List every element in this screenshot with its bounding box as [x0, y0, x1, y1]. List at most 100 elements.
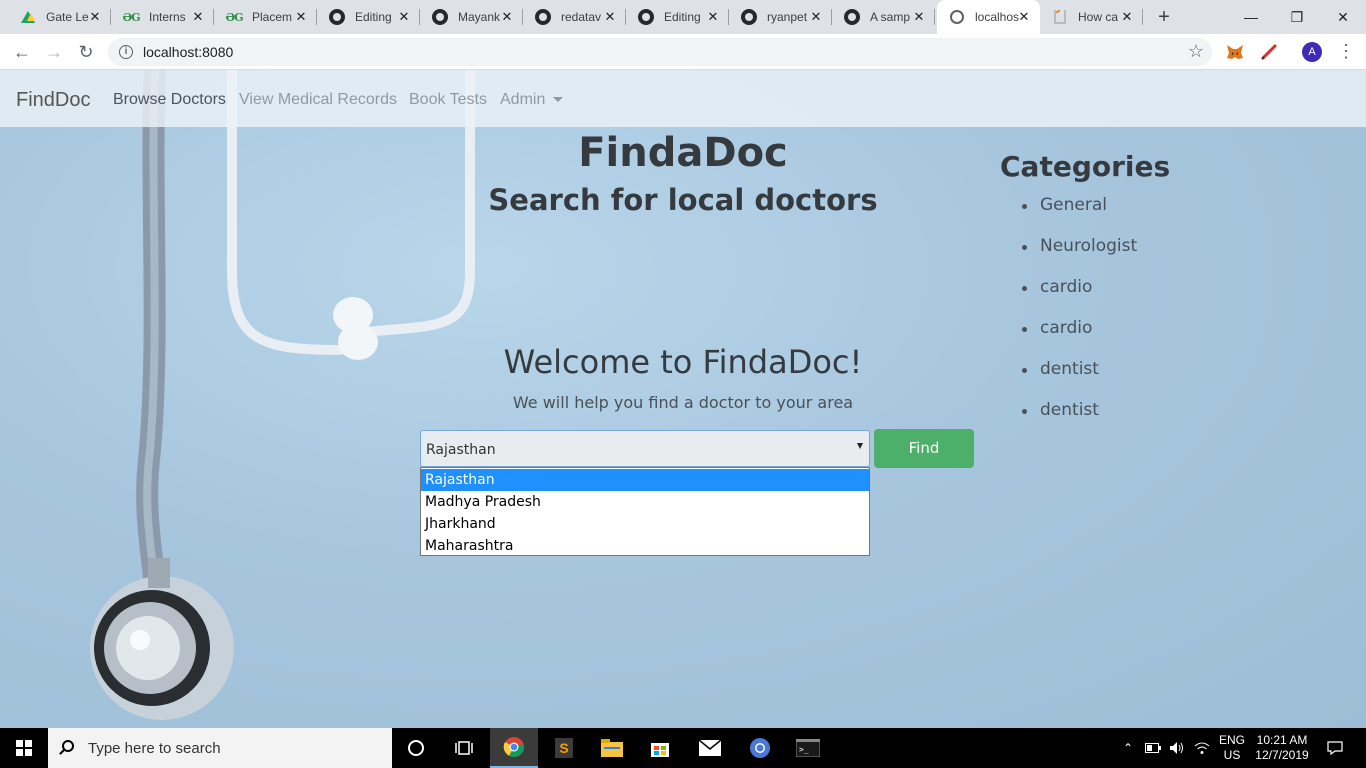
close-icon[interactable]: ✕ [87, 9, 103, 25]
taskbar-search-placeholder: Type here to search [88, 740, 221, 757]
state-option[interactable]: Maharashtra [421, 535, 869, 557]
info-icon[interactable]: i [119, 45, 133, 59]
close-icon[interactable]: ✕ [190, 9, 206, 25]
nav-admin-dropdown[interactable]: Admin [500, 91, 564, 109]
brand-logo[interactable]: FindDoc [16, 89, 90, 112]
stackoverflow-icon [1052, 9, 1068, 25]
language-indicator[interactable]: ENG US [1216, 728, 1248, 768]
find-button[interactable]: Find [874, 429, 974, 468]
address-bar[interactable]: i localhost:8080 ☆ [108, 38, 1212, 66]
tab-title: redatav [561, 10, 602, 24]
browser-tab[interactable]: A samp ✕ [832, 0, 935, 34]
url-text: localhost:8080 [143, 44, 234, 60]
nav-book-tests[interactable]: Book Tests [409, 91, 487, 109]
geeksforgeeks-icon: ƏG [225, 10, 244, 24]
forward-arrow-icon[interactable]: → [42, 40, 66, 64]
nav-admin-label: Admin [500, 91, 546, 108]
notification-icon[interactable] [1318, 728, 1352, 768]
tab-title: Mayank [458, 10, 501, 24]
browser-tab-active[interactable]: localhos ✕ [937, 0, 1040, 34]
globe-icon [949, 9, 965, 25]
close-icon[interactable]: ✕ [499, 9, 515, 25]
close-icon[interactable]: ✕ [602, 9, 618, 25]
browser-tab[interactable]: Editing ✕ [317, 0, 420, 34]
github-icon [329, 9, 345, 25]
volume-icon[interactable] [1166, 728, 1188, 768]
close-icon[interactable]: ✕ [911, 9, 927, 25]
chrome-taskbar-icon[interactable] [490, 728, 538, 768]
search-icon [62, 740, 74, 752]
restore-icon[interactable]: ❐ [1274, 0, 1320, 34]
page-content: FindDoc Browse Doctors View Medical Reco… [0, 70, 1366, 728]
tab-title: Editing [355, 10, 392, 24]
browser-tab[interactable]: ƏG Placem ✕ [214, 0, 317, 34]
lang-bottom: US [1223, 748, 1241, 762]
nav-browse-doctors[interactable]: Browse Doctors [113, 91, 226, 109]
browser-tab[interactable]: redatav ✕ [523, 0, 626, 34]
tab-title: A samp [870, 10, 911, 24]
metamask-fox-icon[interactable] [1226, 43, 1244, 61]
browser-tab[interactable]: Gate Le ✕ [8, 0, 111, 34]
minimize-icon[interactable]: ― [1228, 0, 1274, 34]
browser-tab[interactable]: How ca ✕ [1040, 0, 1143, 34]
state-option[interactable]: Jharkhand [421, 513, 869, 535]
github-icon [741, 9, 757, 25]
close-icon[interactable]: ✕ [293, 9, 309, 25]
browser-toolbar: ← → ↻ i localhost:8080 ☆ [0, 34, 1366, 70]
taskbar-search-input[interactable]: Type here to search [48, 728, 392, 768]
browser-tab[interactable]: ƏG Interns ✕ [111, 0, 214, 34]
mail-icon[interactable] [686, 728, 734, 768]
new-tab-plus-icon[interactable]: + [1153, 6, 1175, 28]
task-view-icon[interactable] [440, 728, 488, 768]
bookmark-star-icon[interactable]: ☆ [1188, 41, 1204, 62]
browser-tab[interactable]: ryanpet ✕ [729, 0, 832, 34]
browser-tab-strip: Gate Le ✕ ƏG Interns ✕ ƏG Placem ✕ Editi… [0, 0, 1366, 34]
reload-icon[interactable]: ↻ [74, 40, 98, 64]
wifi-icon[interactable] [1190, 728, 1214, 768]
tab-title: Gate Le [46, 10, 89, 24]
cortana-icon[interactable] [392, 728, 440, 768]
state-option[interactable]: Madhya Pradesh [421, 491, 869, 513]
window-close-icon[interactable]: ✕ [1320, 0, 1366, 34]
chrome-menu-icon[interactable]: ⋮ [1337, 40, 1355, 64]
browser-tab[interactable]: Editing ✕ [626, 0, 729, 34]
tab-title: Editing [664, 10, 701, 24]
github-icon [844, 9, 860, 25]
category-item[interactable]: Neurologist [1021, 236, 1137, 277]
state-select-value: Rajasthan [426, 442, 496, 458]
tab-title: How ca [1078, 10, 1119, 24]
clock[interactable]: 10:21 AM 12/7/2019 [1250, 728, 1314, 768]
close-icon[interactable]: ✕ [1016, 9, 1032, 25]
close-icon[interactable]: ✕ [808, 9, 824, 25]
command-prompt-icon[interactable]: >_ [784, 728, 832, 768]
lang-top: ENG [1218, 733, 1245, 747]
tab-title: localhos [975, 10, 1019, 24]
geeksforgeeks-icon: ƏG [122, 10, 141, 24]
sublime-text-icon[interactable]: S [540, 728, 588, 768]
close-icon[interactable]: ✕ [1119, 9, 1135, 25]
microsoft-store-icon[interactable] [636, 728, 684, 768]
category-item[interactable]: cardio [1021, 277, 1137, 318]
categories-heading: Categories [1000, 150, 1171, 183]
category-item[interactable]: General [1021, 195, 1137, 236]
state-option[interactable]: Rajasthan [421, 469, 869, 491]
welcome-heading: Welcome to FindaDoc! [503, 343, 863, 381]
windows-start-icon[interactable] [0, 728, 48, 768]
pen-extension-icon[interactable] [1260, 43, 1278, 61]
nav-view-medical-records[interactable]: View Medical Records [239, 91, 397, 109]
close-icon[interactable]: ✕ [396, 9, 412, 25]
chevron-down-icon [553, 97, 564, 103]
chevron-up-icon[interactable]: ⌃ [1118, 728, 1138, 768]
page-subtitle: Search for local doctors [488, 183, 878, 217]
back-arrow-icon[interactable]: ← [10, 40, 34, 64]
profile-avatar[interactable]: A [1302, 42, 1322, 62]
close-icon[interactable]: ✕ [705, 9, 721, 25]
tab-title: Placem [252, 10, 293, 24]
svg-text:>_: >_ [799, 745, 809, 754]
chrome-alt-icon[interactable] [736, 728, 784, 768]
welcome-tagline: We will help you find a doctor to your a… [512, 393, 854, 412]
state-select[interactable]: Rajasthan [420, 430, 870, 467]
battery-icon[interactable] [1142, 728, 1164, 768]
file-explorer-icon[interactable] [588, 728, 636, 768]
browser-tab[interactable]: Mayank ✕ [420, 0, 523, 34]
